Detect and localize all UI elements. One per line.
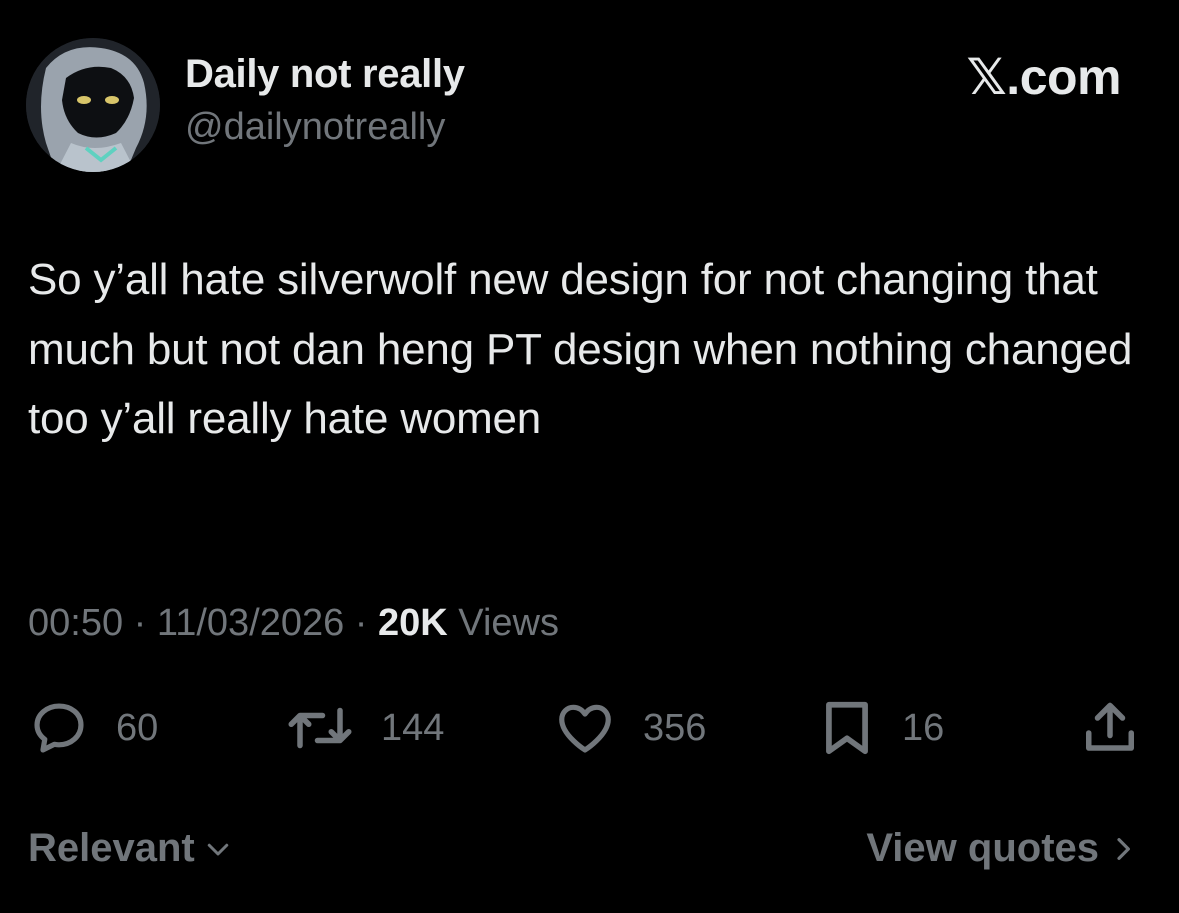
reply-button[interactable]: 60 [28, 690, 158, 766]
avatar-image [26, 38, 160, 172]
sort-dropdown[interactable]: Relevant [28, 826, 233, 871]
views-count: 20K [378, 602, 448, 644]
view-quotes-label: View quotes [866, 826, 1099, 870]
user-handle[interactable]: @dailynotreally [185, 106, 445, 149]
views-label: Views [447, 602, 559, 644]
repost-button[interactable]: 144 [285, 690, 444, 766]
avatar[interactable] [26, 38, 160, 172]
meta-separator: · [123, 602, 157, 644]
bookmark-count: 16 [902, 706, 945, 749]
brand-logo: 𝕏.com [966, 49, 1122, 105]
repost-count: 144 [381, 706, 445, 749]
bookmark-button[interactable]: 16 [818, 690, 944, 766]
like-count: 356 [643, 706, 707, 749]
bookmark-icon [826, 701, 868, 755]
tweet-meta: 00:50 · 11/03/2026 · 20K Views [28, 602, 559, 645]
heart-icon [559, 704, 611, 753]
view-quotes-link[interactable]: View quotes [866, 826, 1139, 871]
share-button[interactable] [1080, 690, 1140, 766]
reply-count: 60 [116, 706, 159, 749]
display-name[interactable]: Daily not really [185, 52, 465, 97]
sort-label: Relevant [28, 826, 195, 870]
reply-icon [34, 703, 84, 753]
chevron-right-icon [1117, 837, 1130, 860]
meta-separator: · [344, 602, 379, 644]
tweet-text: So y’all hate silverwolf new design for … [28, 255, 1133, 443]
action-bar: 60 144 356 16 [0, 690, 1179, 766]
repost-icon [288, 707, 352, 749]
like-button[interactable]: 356 [553, 690, 706, 766]
tweet-time: 00:50 [28, 602, 124, 644]
tweet-date: 11/03/2026 [156, 602, 345, 644]
chevron-down-icon [207, 843, 228, 855]
share-icon [1086, 702, 1134, 751]
